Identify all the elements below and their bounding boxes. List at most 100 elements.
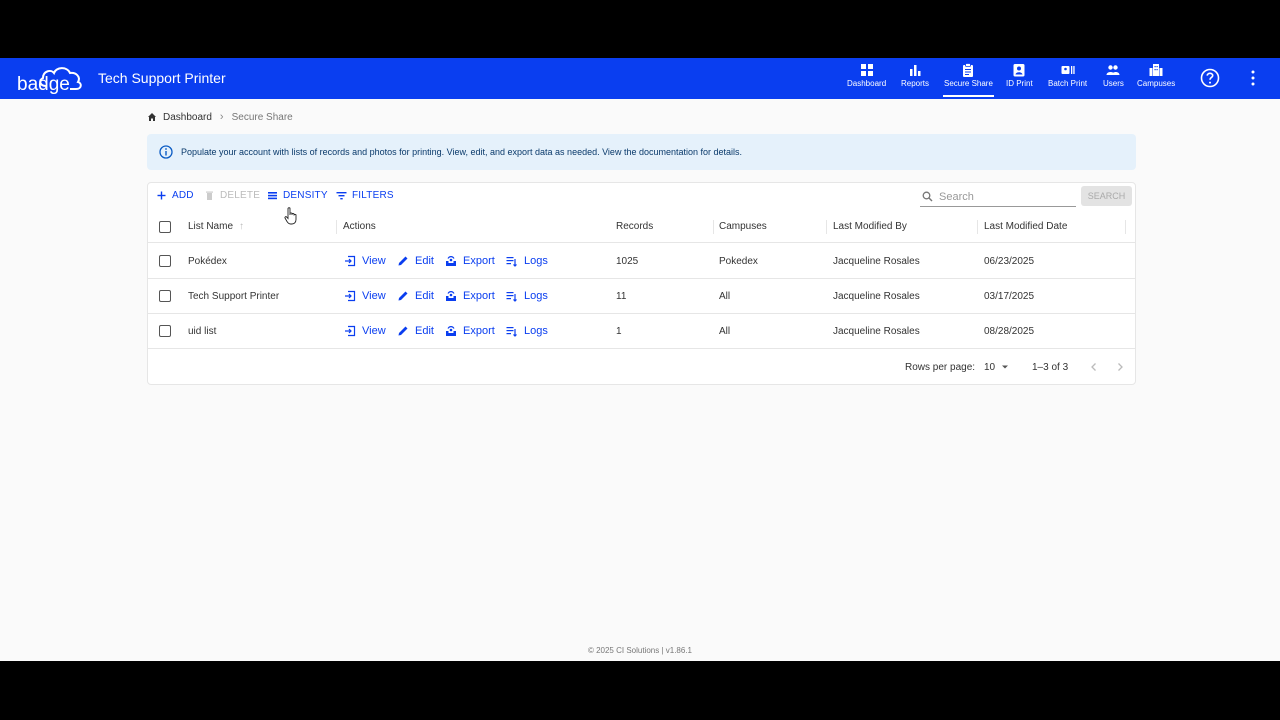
export-label: Export bbox=[463, 290, 495, 302]
edit-label: Edit bbox=[415, 325, 434, 337]
nav-batch-print[interactable]: Batch Print bbox=[1048, 63, 1087, 95]
footer-copyright: © 2025 CI Solutions | v1.86.1 bbox=[587, 646, 693, 655]
bar-chart-icon bbox=[910, 65, 921, 76]
next-page-button[interactable] bbox=[1115, 348, 1125, 386]
cell-campuses: All bbox=[719, 325, 731, 337]
rows-per-page-value: 10 bbox=[984, 361, 996, 373]
rows-per-page-select[interactable]: 10 bbox=[984, 348, 1009, 386]
nav-reports[interactable]: Reports bbox=[901, 63, 929, 95]
cell-records: 1 bbox=[616, 325, 622, 337]
app-window: badge Tech Support Printer Dashboard Rep… bbox=[0, 58, 1280, 661]
logs-action[interactable]: Logs bbox=[506, 244, 548, 278]
column-header-last-modified-date[interactable]: Last Modified Date bbox=[984, 211, 1067, 242]
table-row[interactable]: uid list View Edit Export Logs 1 All Jac… bbox=[148, 314, 1135, 349]
pagination-bar: Rows per page: 10 1–3 of 3 bbox=[148, 348, 1135, 386]
row-checkbox[interactable] bbox=[159, 290, 171, 302]
open-in-icon bbox=[345, 290, 356, 302]
badge-logo[interactable]: badge bbox=[16, 60, 90, 96]
column-header-campuses[interactable]: Campuses bbox=[719, 211, 767, 242]
cell-list-name: uid list bbox=[188, 325, 217, 337]
edit-label: Edit bbox=[415, 290, 434, 302]
table-row[interactable]: Tech Support Printer View Edit Export Lo… bbox=[148, 279, 1135, 314]
search-input[interactable] bbox=[939, 190, 1069, 203]
cell-records: 11 bbox=[616, 290, 627, 302]
logs-action[interactable]: Logs bbox=[506, 314, 548, 348]
column-separator[interactable] bbox=[826, 220, 827, 234]
column-header-records[interactable]: Records bbox=[616, 211, 653, 242]
clipboard-icon bbox=[963, 63, 974, 77]
logs-icon bbox=[506, 292, 517, 302]
filters-button[interactable]: FILTERS bbox=[336, 190, 394, 201]
info-alert: Populate your account with lists of reco… bbox=[147, 134, 1136, 170]
export-icon bbox=[446, 256, 456, 266]
search-field[interactable] bbox=[920, 187, 1076, 207]
cell-last-modified-date: 06/23/2025 bbox=[984, 255, 1035, 267]
edit-action[interactable]: Edit bbox=[397, 314, 434, 348]
breadcrumb-dashboard[interactable]: Dashboard bbox=[163, 112, 212, 123]
home-icon[interactable] bbox=[147, 112, 157, 122]
column-header-actions[interactable]: Actions bbox=[343, 211, 376, 242]
cell-last-modified-by: Jacqueline Rosales bbox=[833, 325, 920, 337]
chevron-right-icon: › bbox=[219, 111, 224, 123]
select-all-checkbox[interactable] bbox=[159, 221, 171, 233]
delete-button[interactable]: DELETE bbox=[204, 190, 260, 201]
edit-action[interactable]: Edit bbox=[397, 244, 434, 278]
open-in-icon bbox=[345, 255, 356, 267]
add-button[interactable]: ADD bbox=[156, 190, 194, 201]
nav-id-print[interactable]: ID Print bbox=[1006, 63, 1033, 95]
density-button[interactable]: DENSITY bbox=[267, 190, 328, 201]
breadcrumb-current: Secure Share bbox=[231, 111, 293, 123]
nav-secure-share[interactable]: Secure Share bbox=[943, 63, 994, 97]
row-checkbox[interactable] bbox=[159, 325, 171, 337]
column-separator[interactable] bbox=[336, 220, 337, 234]
previous-page-button[interactable] bbox=[1089, 348, 1099, 386]
nav-dashboard-label: Dashboard bbox=[847, 79, 887, 88]
density-icon bbox=[268, 192, 277, 200]
logo-text: badge bbox=[17, 74, 70, 95]
view-action[interactable]: View bbox=[344, 314, 386, 348]
view-action[interactable]: View bbox=[344, 279, 386, 313]
column-separator[interactable] bbox=[977, 220, 978, 234]
users-icon bbox=[1106, 65, 1120, 75]
building-icon bbox=[1149, 64, 1163, 76]
more-vert-icon[interactable] bbox=[1242, 67, 1264, 89]
delete-label: DELETE bbox=[220, 190, 261, 201]
nav-dashboard[interactable]: Dashboard bbox=[847, 63, 886, 95]
column-header-list-name[interactable]: List Name ↑ bbox=[188, 211, 244, 242]
column-separator[interactable] bbox=[1125, 220, 1126, 234]
density-label: DENSITY bbox=[283, 190, 328, 201]
filters-label: FILTERS bbox=[352, 190, 394, 201]
edit-label: Edit bbox=[415, 255, 434, 267]
export-action[interactable]: Export bbox=[445, 314, 495, 348]
cell-last-modified-by: Jacqueline Rosales bbox=[833, 255, 920, 267]
app-bar: badge Tech Support Printer Dashboard Rep… bbox=[0, 58, 1280, 99]
export-action[interactable]: Export bbox=[445, 244, 495, 278]
id-badge-icon bbox=[1013, 64, 1025, 77]
nav-users[interactable]: Users bbox=[1103, 63, 1124, 95]
row-checkbox[interactable] bbox=[159, 255, 171, 267]
help-icon[interactable] bbox=[1199, 67, 1221, 89]
export-action[interactable]: Export bbox=[445, 279, 495, 313]
logs-action[interactable]: Logs bbox=[506, 279, 548, 313]
logs-icon bbox=[506, 327, 517, 337]
caret-down-icon bbox=[1002, 365, 1009, 369]
pencil-icon bbox=[398, 256, 408, 266]
info-text: Populate your account with lists of reco… bbox=[181, 147, 743, 157]
letterbox-top bbox=[0, 0, 1280, 58]
sort-arrow-up-icon[interactable]: ↑ bbox=[239, 221, 244, 232]
view-action[interactable]: View bbox=[344, 244, 386, 278]
plus-icon bbox=[157, 191, 166, 200]
search-icon bbox=[922, 191, 933, 202]
logs-label: Logs bbox=[524, 290, 548, 302]
nav-reports-label: Reports bbox=[901, 79, 930, 88]
table-row[interactable]: Pokédex View Edit Export Logs 1025 Poked… bbox=[148, 244, 1135, 279]
column-header-last-modified-by[interactable]: Last Modified By bbox=[833, 211, 907, 242]
nav-campuses[interactable]: Campuses bbox=[1137, 63, 1175, 95]
column-separator[interactable] bbox=[713, 220, 714, 234]
open-in-icon bbox=[345, 325, 356, 337]
pencil-icon bbox=[398, 291, 408, 301]
search-button[interactable]: SEARCH bbox=[1081, 186, 1132, 206]
pencil-icon bbox=[398, 326, 408, 336]
edit-action[interactable]: Edit bbox=[397, 279, 434, 313]
letterbox-bottom bbox=[0, 661, 1280, 720]
